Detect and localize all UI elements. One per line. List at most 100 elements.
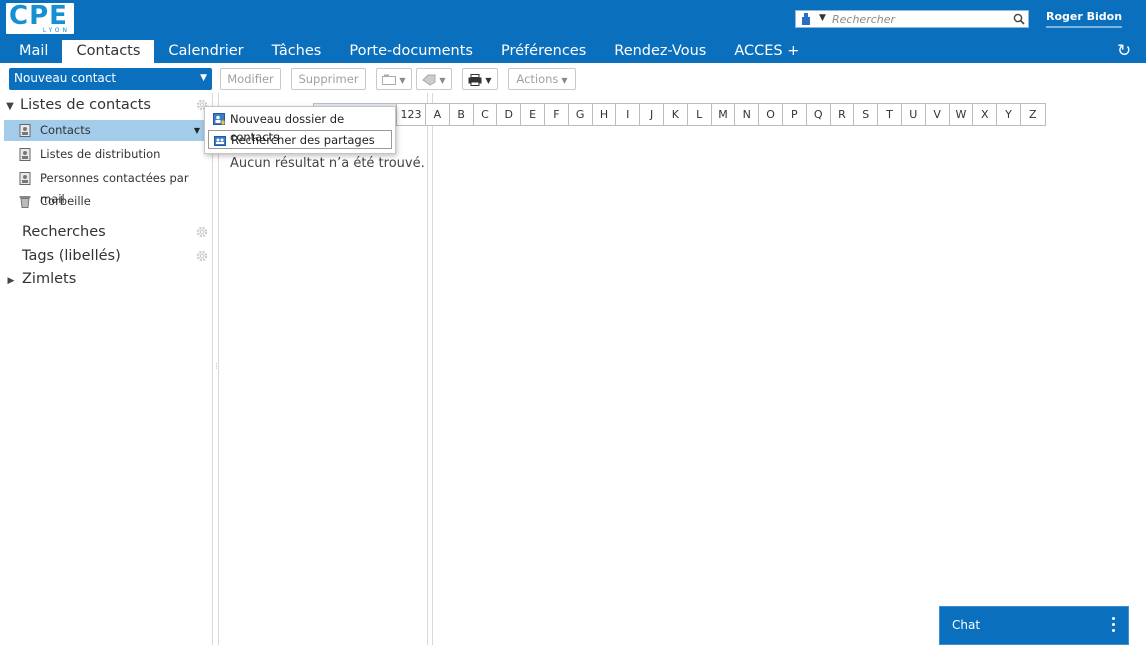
print-button[interactable]: ▼ [462,68,498,90]
gear-icon[interactable] [196,250,208,262]
tab-appointments[interactable]: Rendez-Vous [600,40,720,63]
tags-header[interactable]: Tags (libellés) [0,245,121,267]
alphabet-button[interactable]: U [902,104,926,125]
alphabet-button[interactable]: J [640,104,664,125]
new-contact-label: Nouveau contact [14,71,117,85]
collapse-arrow-icon[interactable]: ▼ [0,96,20,118]
app-header: CPE LYON ▼ Roger Bidon Mail Contacts Cal… [0,0,1146,63]
alphabet-button[interactable]: M [712,104,736,125]
chevron-down-icon: ▼ [399,76,406,85]
address-book-icon [19,148,31,161]
tab-calendar[interactable]: Calendrier [154,40,257,63]
new-folder-icon [213,113,225,125]
alphabet-button[interactable]: H [593,104,617,125]
chevron-down-icon[interactable]: ▼ [819,13,826,23]
gear-icon[interactable] [196,226,208,238]
tab-acces-plus[interactable]: ACCES + [720,40,813,63]
sidebar-item-label: Corbeille [40,194,91,208]
sidebar-item-contacts[interactable]: Contacts ▼ [4,120,212,141]
search-icon[interactable] [1013,13,1025,25]
alphabet-button[interactable]: A [426,104,450,125]
alphabet-button[interactable]: C [474,104,498,125]
trash-icon [19,196,31,208]
search-scope-icon[interactable] [801,13,811,25]
folder-tree: ▼ Listes de contacts Contacts ▼ Listes de… [0,93,212,645]
tab-contacts[interactable]: Contacts [62,40,155,63]
refresh-icon[interactable]: ↻ [1117,41,1131,61]
chevron-down-icon[interactable]: ▼ [200,68,207,89]
move-button[interactable]: ▼ [376,68,412,90]
app-tabs: Mail Contacts Calendrier Tâches Porte-do… [5,40,813,63]
chevron-down-icon: ▼ [439,76,446,85]
tag-icon [422,74,436,86]
chat-label: Chat [952,618,981,632]
alphabet-button[interactable]: K [664,104,688,125]
search-input[interactable] [832,12,1008,26]
alphabet-button[interactable]: T [878,104,902,125]
user-menu[interactable]: Roger Bidon [1046,10,1123,28]
actions-label: Actions [516,72,559,86]
delete-button[interactable]: Supprimer [291,68,366,90]
alphabet-button[interactable]: R [831,104,855,125]
empty-list-message: Aucun résultat n’a été trouvé. [230,156,425,171]
alphabet-bar: 123 A B C D E F G H I J K L M N O P Q R … [313,103,1046,126]
list-border [218,93,219,645]
alphabet-button[interactable]: S [854,104,879,125]
list-splitter[interactable] [427,93,428,645]
alphabet-button[interactable]: F [545,104,569,125]
tag-button[interactable]: ▼ [416,68,452,90]
find-shares-icon [214,136,226,146]
alphabet-button[interactable]: P [783,104,807,125]
cpe-logo[interactable]: CPE LYON [6,1,74,34]
actions-button[interactable]: Actions ▼ [508,68,576,90]
toolbar: Nouveau contact ▼ Modifier Supprimer ▼ ▼… [0,63,1146,93]
address-book-icon [19,172,31,185]
alphabet-button[interactable]: X [973,104,998,125]
tab-briefcase[interactable]: Porte-documents [335,40,487,63]
folder-context-menu: Nouveau dossier de contacts Rechercher d… [204,106,396,154]
menu-item-label: Rechercher des partages [231,133,375,147]
alphabet-button[interactable]: 123 [397,104,426,125]
modify-button[interactable]: Modifier [220,68,281,90]
chevron-down-icon[interactable]: ▼ [194,120,200,141]
detail-border [432,93,433,645]
search-box: ▼ [795,10,1029,28]
sidebar-item-emailed-contacts[interactable]: Personnes contactées par mail [4,168,212,206]
alphabet-button[interactable]: Q [807,104,831,125]
alphabet-button[interactable]: L [688,104,712,125]
sidebar-item-label: Contacts [40,123,91,137]
alphabet-button[interactable]: Z [1021,104,1045,125]
alphabet-button[interactable]: G [569,104,593,125]
alphabet-button[interactable]: Y [997,104,1021,125]
alphabet-button[interactable]: N [735,104,760,125]
alphabet-button[interactable]: B [450,104,474,125]
sidebar-item-distribution-lists[interactable]: Listes de distribution [4,144,212,165]
printer-icon [468,73,482,86]
alphabet-button[interactable]: D [497,104,522,125]
sidebar-item-label: Listes de distribution [40,147,161,161]
chat-panel[interactable]: Chat [939,606,1129,645]
contact-lists-label: Listes de contacts [20,97,151,113]
tab-mail[interactable]: Mail [5,40,62,63]
alphabet-button[interactable]: E [521,104,545,125]
alphabet-button[interactable]: V [926,104,950,125]
menu-item-find-shares[interactable]: Rechercher des partages [208,130,392,149]
new-contact-button[interactable]: Nouveau contact ▼ [9,68,212,90]
searches-header[interactable]: Recherches [0,221,106,243]
alphabet-button[interactable]: O [759,104,783,125]
alphabet-button[interactable]: I [616,104,641,125]
tab-preferences[interactable]: Préférences [487,40,600,63]
chevron-down-icon: ▼ [485,76,492,85]
more-options-icon[interactable] [1112,617,1116,635]
zimlets-label: Zimlets [22,271,77,287]
sidebar-item-trash[interactable]: Corbeille [4,191,212,212]
alphabet-button[interactable]: W [950,104,974,125]
folder-move-icon [382,74,397,85]
tab-tasks[interactable]: Tâches [258,40,336,63]
contact-lists-header[interactable]: ▼ Listes de contacts [0,94,151,116]
expand-arrow-icon[interactable]: ▶ [0,270,22,292]
chevron-down-icon: ▼ [561,76,568,85]
address-book-icon [19,124,31,137]
zimlets-header[interactable]: ▶ Zimlets [0,268,77,292]
menu-item-new-contact-folder[interactable]: Nouveau dossier de contacts [208,110,392,144]
